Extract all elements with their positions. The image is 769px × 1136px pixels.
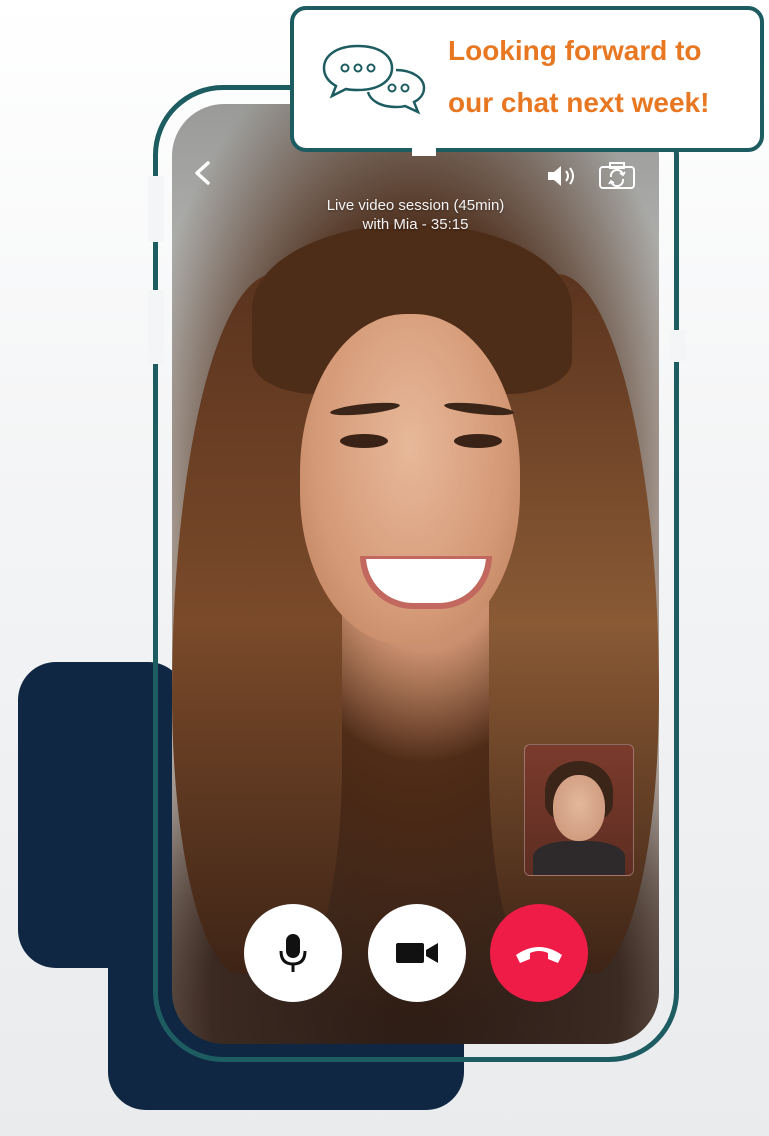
chevron-left-icon-graphic xyxy=(195,161,210,185)
session-participant-timer: with Mia - 35:15 xyxy=(362,216,469,233)
remote-video-eye xyxy=(340,434,388,448)
mute-button[interactable] xyxy=(244,904,342,1002)
chat-callout-tail xyxy=(412,146,436,156)
callout-text-line-2: our chat next week! xyxy=(448,87,710,118)
session-info: Live video session (45min) with Mia - 35… xyxy=(172,196,659,234)
frame-gap xyxy=(148,176,164,242)
chevron-left-icon[interactable] xyxy=(190,158,216,188)
session-title: Live video session (45min) xyxy=(326,197,505,214)
video-toggle-button[interactable] xyxy=(368,904,466,1002)
phone-hangup-icon xyxy=(516,947,562,963)
self-view-thumbnail[interactable] xyxy=(524,744,634,876)
camera-switch-icon[interactable] xyxy=(598,162,636,190)
frame-gap xyxy=(148,290,164,364)
self-view-face xyxy=(553,775,605,841)
frame-gap xyxy=(670,330,686,362)
callout-text-line-1: Looking forward to xyxy=(448,35,702,66)
microphone-icon xyxy=(279,934,307,972)
self-view-shirt xyxy=(533,841,625,875)
chat-bubbles-icon xyxy=(318,40,430,120)
video-camera-icon xyxy=(396,943,438,963)
remote-video-eye xyxy=(454,434,502,448)
end-call-button[interactable] xyxy=(490,904,588,1002)
speaker-icon[interactable] xyxy=(546,164,580,188)
video-call-screen: Live video session (45min) with Mia - 35… xyxy=(172,104,659,1044)
